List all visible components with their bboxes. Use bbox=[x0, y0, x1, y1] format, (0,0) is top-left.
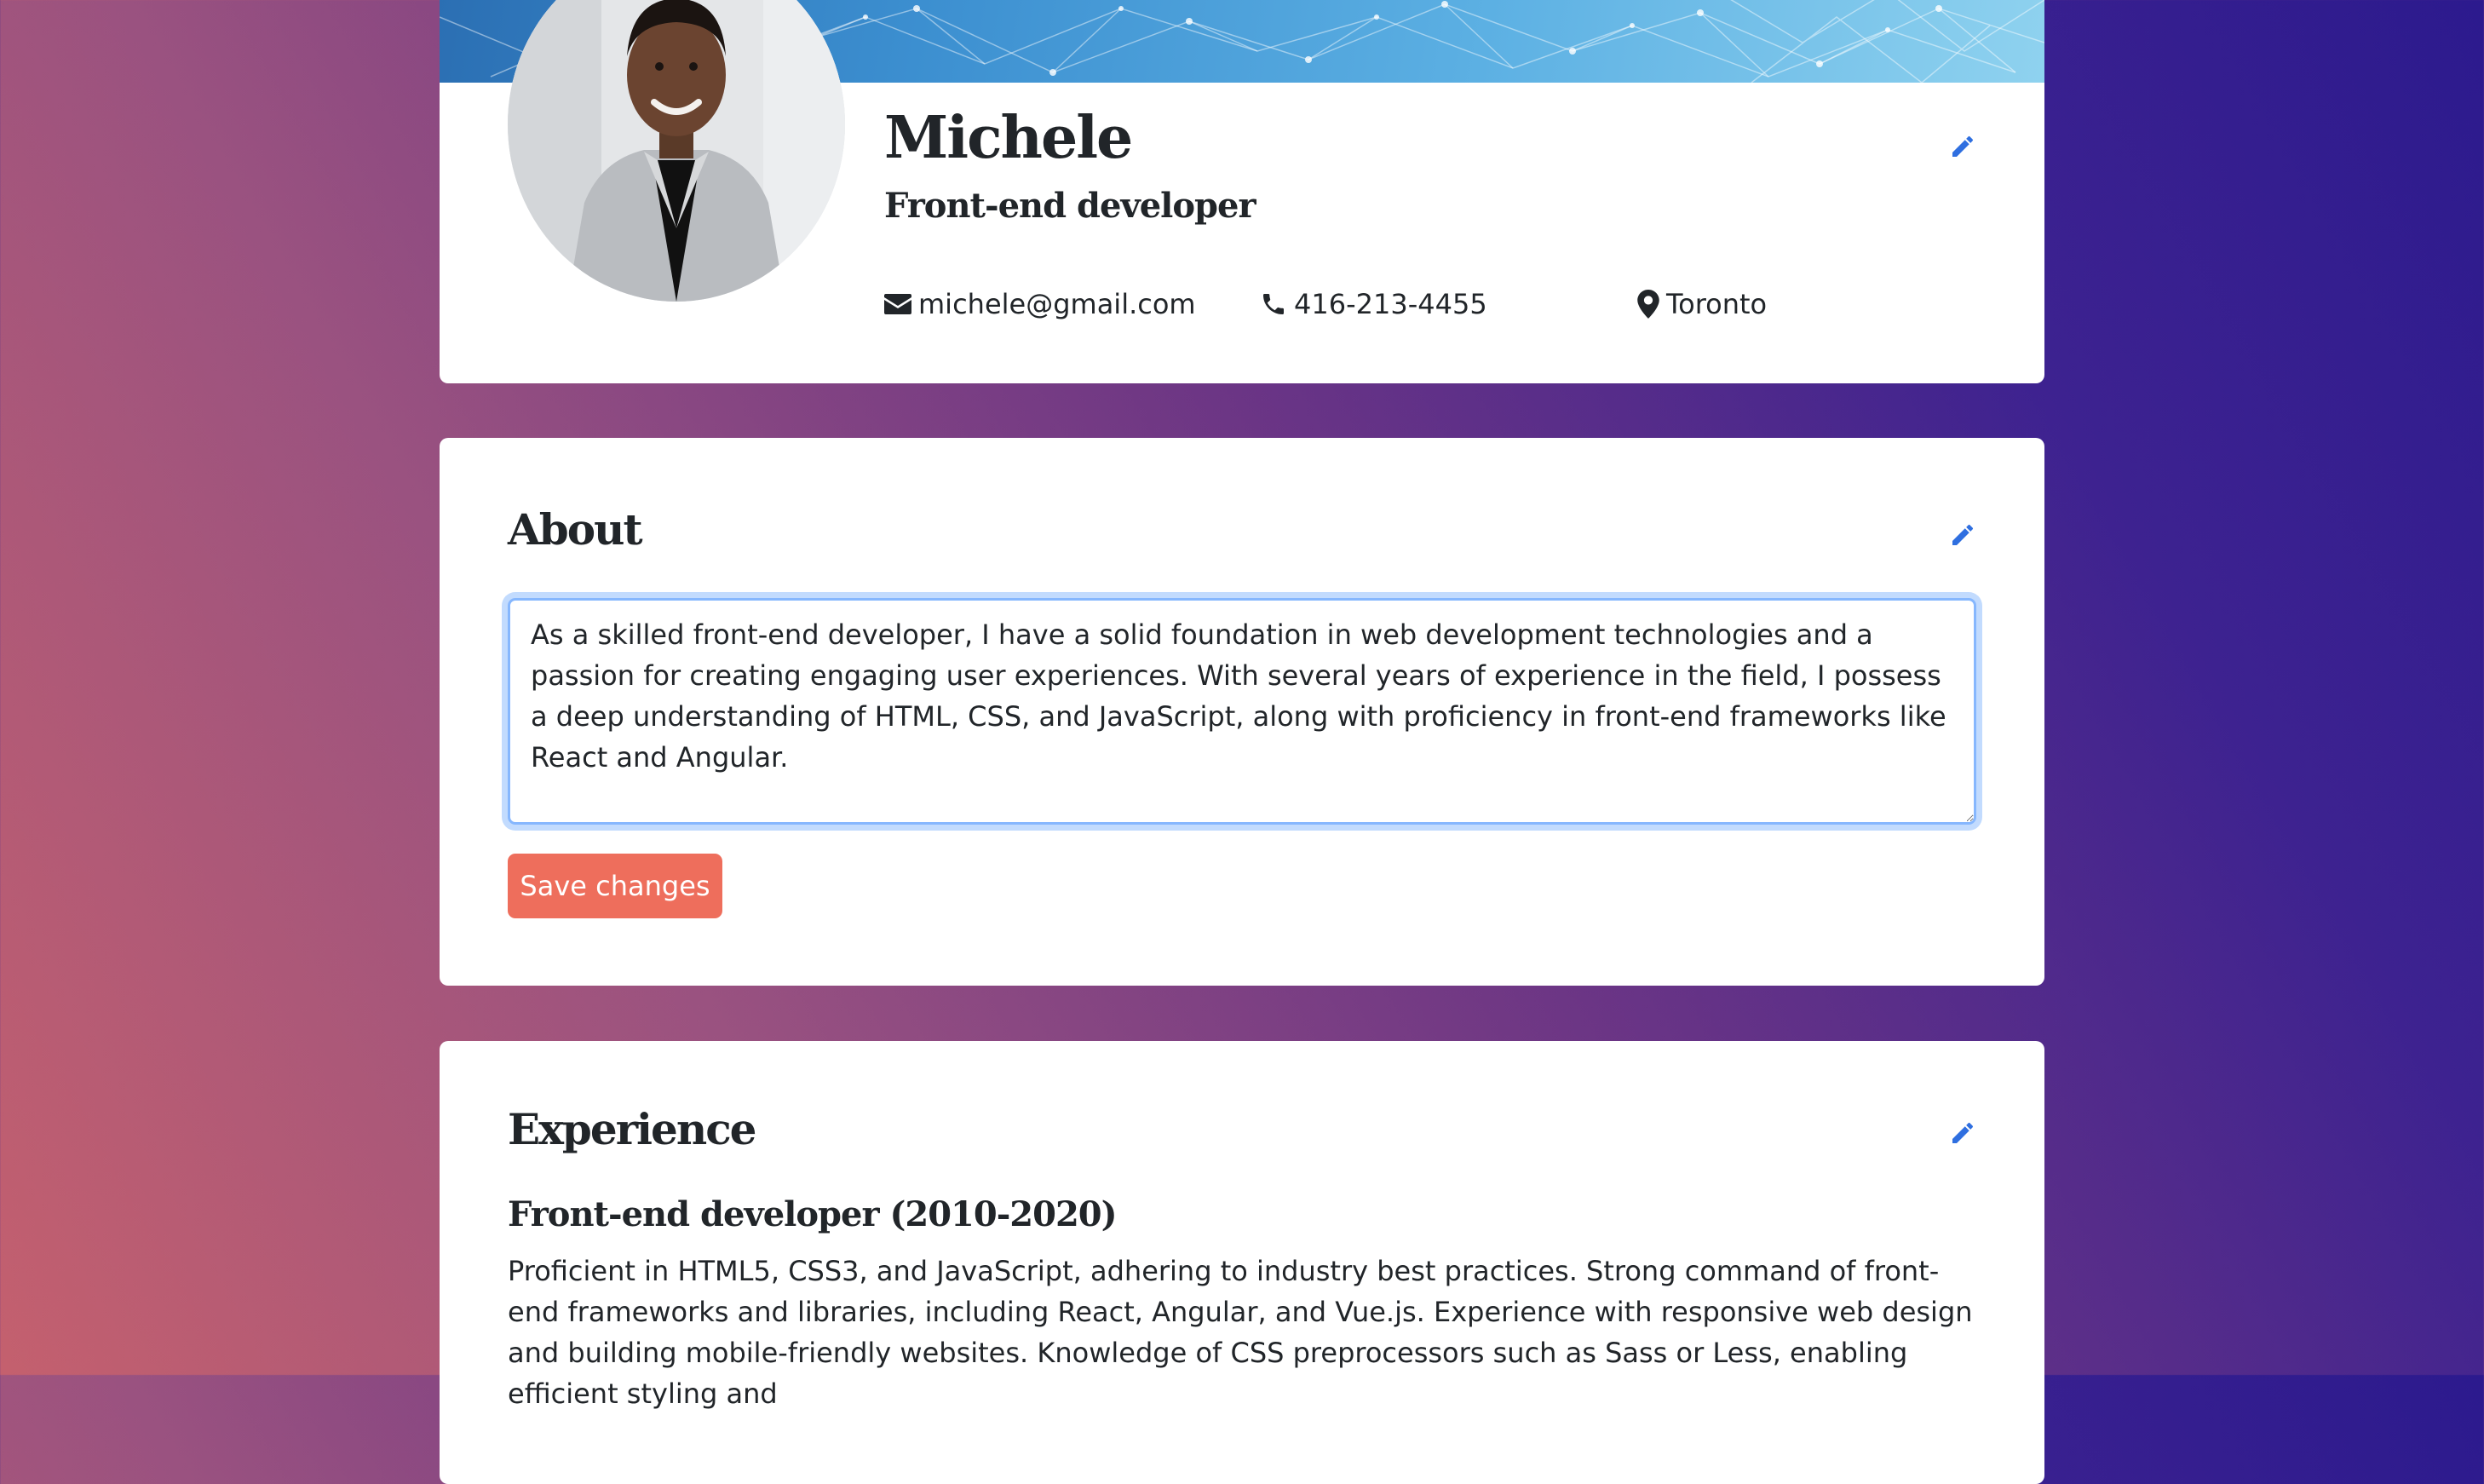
map-pin-icon bbox=[1637, 290, 1659, 319]
pencil-icon bbox=[1952, 1122, 1974, 1143]
contact-phone[interactable]: 416-213-4455 bbox=[1260, 288, 1487, 320]
pencil-icon bbox=[1952, 135, 1974, 157]
phone-icon bbox=[1263, 294, 1284, 314]
contact-location-text: Toronto bbox=[1666, 288, 1768, 320]
pencil-icon bbox=[1952, 524, 1974, 545]
profile-card: Michele Front-end developer michele@gmai… bbox=[440, 0, 2044, 383]
save-changes-button[interactable]: Save changes bbox=[508, 854, 722, 918]
contact-location[interactable]: Toronto bbox=[1637, 288, 1767, 320]
profile-name: Michele bbox=[884, 104, 1133, 172]
experience-item-description: Proficient in HTML5, CSS3, and JavaScrip… bbox=[508, 1255, 1973, 1410]
profile-job-title: Front-end developer bbox=[884, 186, 1256, 226]
profile-photo bbox=[508, 0, 845, 302]
experience-card: Experience Front-end developer (2010-202… bbox=[440, 1041, 2044, 1484]
about-card: About As a skilled front-end developer, … bbox=[440, 438, 2044, 986]
contact-email[interactable]: michele@gmail.com bbox=[884, 288, 1196, 320]
envelope-icon bbox=[884, 294, 911, 314]
about-textarea[interactable]: As a skilled front-end developer, I have… bbox=[508, 598, 1976, 825]
about-title: About bbox=[508, 504, 643, 555]
contact-email-text: michele@gmail.com bbox=[918, 288, 1196, 320]
edit-profile-button[interactable] bbox=[1944, 128, 1981, 165]
experience-item-title: Front-end developer (2010-2020) bbox=[508, 1194, 1118, 1234]
avatar bbox=[508, 0, 845, 302]
edit-about-button[interactable] bbox=[1944, 516, 1981, 554]
edit-experience-button[interactable] bbox=[1944, 1114, 1981, 1152]
contact-phone-text: 416-213-4455 bbox=[1294, 288, 1487, 320]
experience-title: Experience bbox=[508, 1104, 756, 1154]
